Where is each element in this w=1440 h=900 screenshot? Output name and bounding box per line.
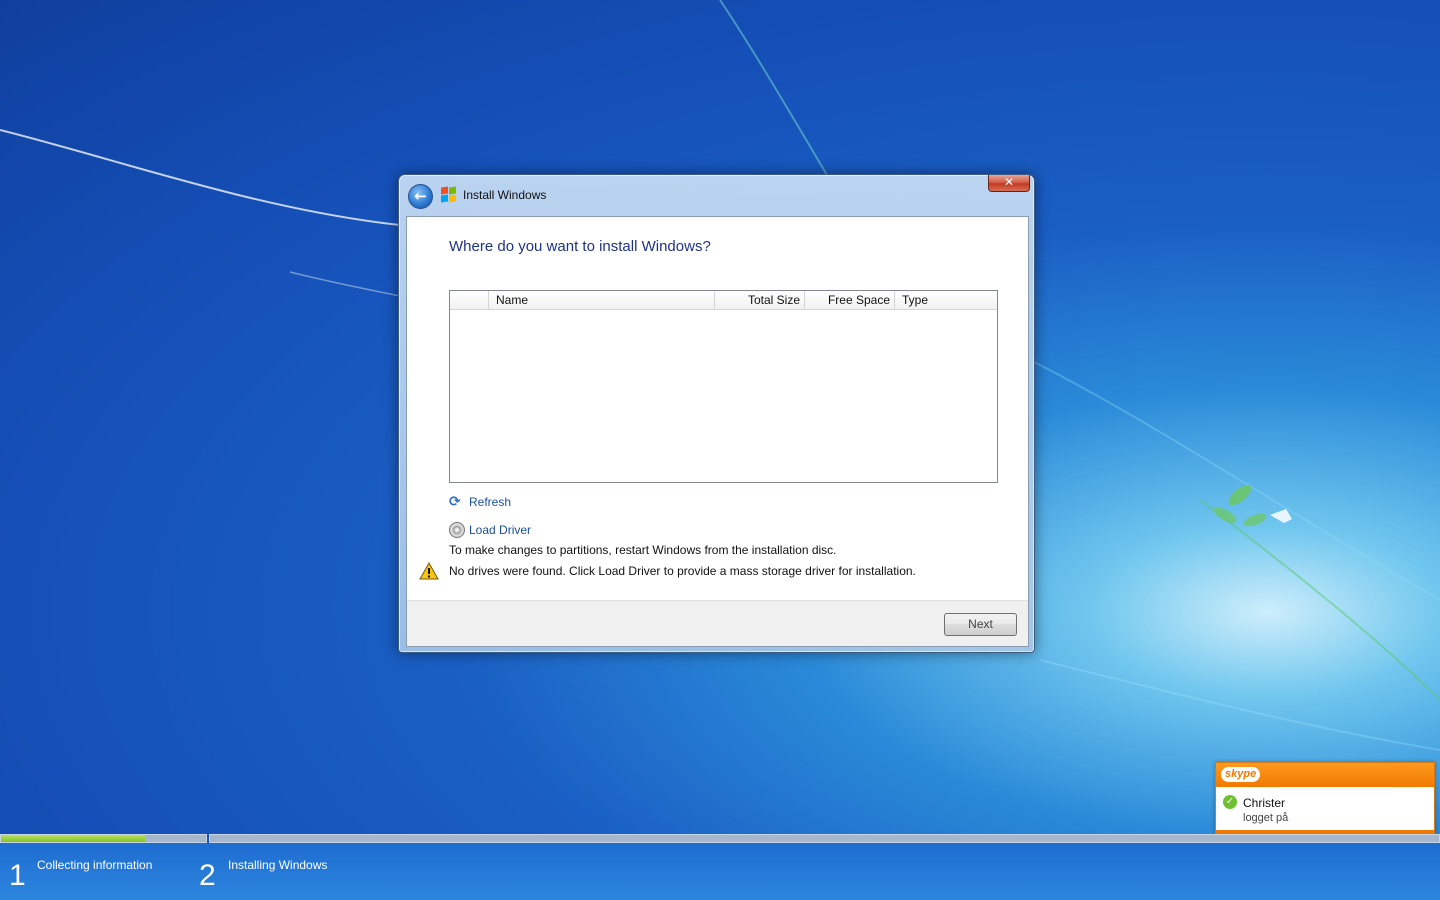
table-header: Name Total Size Free Space Type: [450, 291, 997, 310]
step-label: Installing Windows: [228, 858, 328, 872]
next-button[interactable]: Next: [944, 613, 1017, 636]
refresh-link[interactable]: ⟳ Refresh: [449, 494, 511, 510]
partition-table[interactable]: Name Total Size Free Space Type: [449, 290, 998, 483]
disc-icon: [449, 522, 465, 538]
back-arrow-icon[interactable]: ←: [408, 184, 433, 209]
load-driver-label[interactable]: Load Driver: [469, 523, 531, 537]
skype-header: skype: [1216, 763, 1434, 787]
step-number: 1: [9, 859, 26, 892]
column-header-type[interactable]: Type: [895, 291, 997, 309]
column-header-free-space[interactable]: Free Space: [805, 291, 895, 309]
close-icon: ✕: [1003, 175, 1015, 189]
windows-flag-icon: [441, 186, 457, 203]
load-driver-link[interactable]: Load Driver: [449, 522, 531, 538]
column-header-total-size[interactable]: Total Size: [715, 291, 805, 309]
dialog-content: Where do you want to install Windows? Na…: [406, 216, 1029, 647]
partition-info-text: To make changes to partitions, restart W…: [449, 543, 837, 557]
warning-icon: [419, 562, 439, 580]
step-number: 2: [199, 859, 216, 892]
window-title: Install Windows: [463, 188, 547, 202]
column-header-icon[interactable]: [450, 291, 489, 309]
column-header-name[interactable]: Name: [489, 291, 715, 309]
progress-segment-1: [0, 834, 207, 843]
skype-logo: skype: [1221, 767, 1261, 782]
refresh-icon: ⟳: [449, 494, 461, 510]
bottom-band: [0, 843, 1440, 900]
warning-text: No drives were found. Click Load Driver …: [449, 564, 916, 578]
close-button[interactable]: ✕: [988, 175, 1030, 192]
skype-status: logget på: [1243, 812, 1289, 824]
skype-contact-name: Christer: [1243, 796, 1286, 810]
title-bar: ← Install Windows ✕: [399, 175, 1034, 217]
skype-bottom-bar: [1216, 830, 1434, 833]
install-windows-dialog: ← Install Windows ✕ Where do you want to…: [398, 174, 1035, 653]
progress-segment-2: [209, 834, 1440, 843]
dialog-footer: Next: [407, 600, 1028, 646]
page-heading: Where do you want to install Windows?: [449, 238, 711, 255]
skype-notification[interactable]: skype ✓ Christer logget på: [1215, 762, 1435, 834]
progress-fill: [1, 835, 145, 842]
step-label: Collecting information: [37, 858, 153, 872]
refresh-label[interactable]: Refresh: [469, 495, 511, 509]
skype-check-icon: ✓: [1223, 795, 1237, 809]
setup-progress: [0, 834, 1440, 843]
